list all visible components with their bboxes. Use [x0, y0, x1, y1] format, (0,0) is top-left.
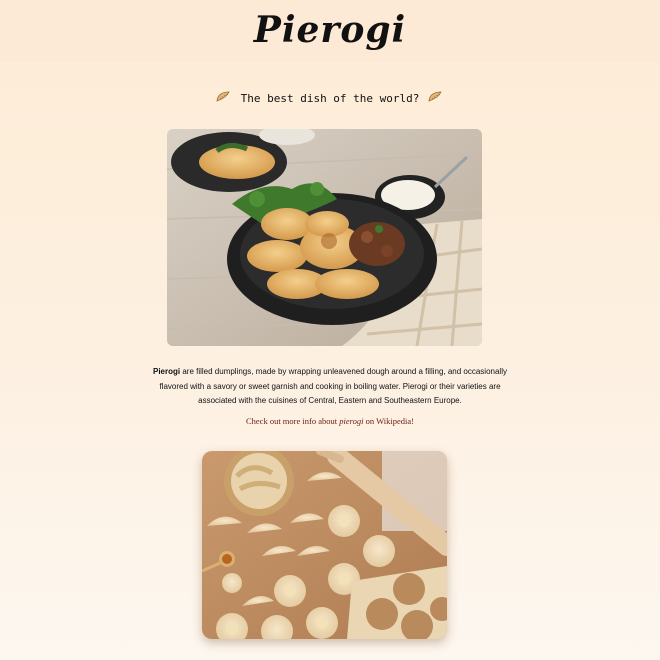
- wiki-term: pierogi: [339, 416, 364, 426]
- dough-preparation-photo: [202, 451, 447, 639]
- dumpling-icon: [215, 89, 233, 107]
- pierogi-bowl-photo: [167, 129, 482, 346]
- wiki-prefix: Check out more info about: [245, 416, 340, 426]
- page-header: Pierogi: [0, 0, 660, 62]
- dumpling-icon: [427, 89, 445, 107]
- description-text: are filled dumplings, made by wrapping u…: [159, 367, 507, 405]
- tagline-text: The best dish of the world?: [240, 91, 420, 105]
- wiki-middle: on: [363, 416, 377, 426]
- wiki-suffix: !: [411, 416, 414, 426]
- tagline-row: The best dish of the world?: [0, 86, 660, 110]
- wikipedia-link[interactable]: Wikipedia: [376, 416, 411, 426]
- wikipedia-line: Check out more info about pierogi on Wik…: [0, 416, 660, 426]
- page-title: Pierogi: [253, 9, 407, 51]
- description: Pierogi are filled dumplings, made by wr…: [150, 365, 510, 409]
- description-term: Pierogi: [152, 367, 181, 376]
